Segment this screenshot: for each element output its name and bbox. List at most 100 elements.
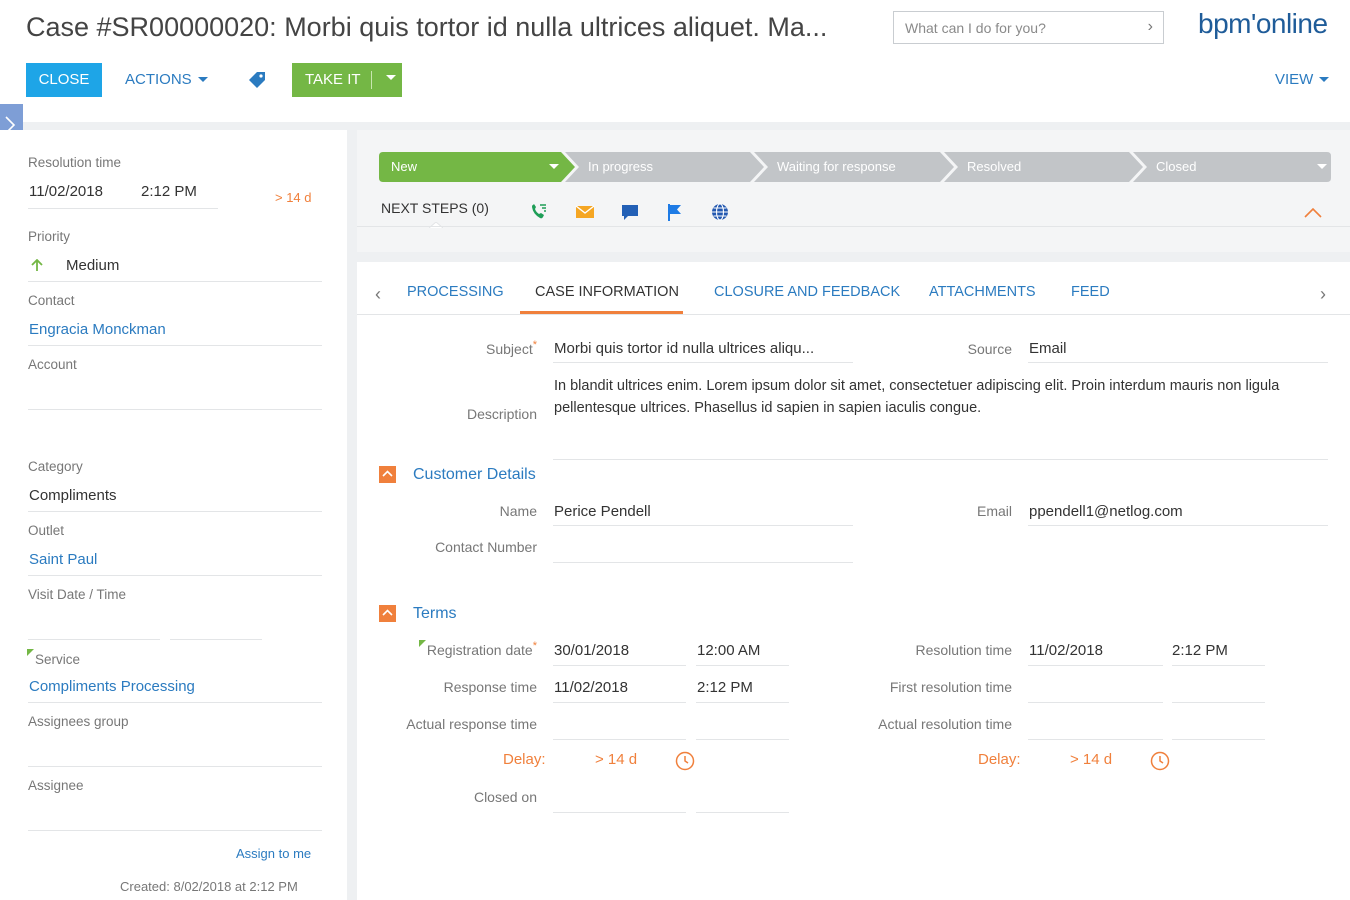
command-search-box[interactable]: ›	[893, 11, 1164, 44]
contact-link[interactable]: Engracia Monckman	[29, 321, 166, 338]
first-resolution-time-field[interactable]	[1172, 702, 1265, 703]
actual-resolution-time-label: Actual resolution time	[878, 716, 1012, 732]
response-delay-value: > 14 d	[595, 751, 638, 768]
chevron-up-icon[interactable]	[1304, 208, 1322, 218]
registration-date-field[interactable]: 30/01/2018	[554, 642, 629, 659]
registration-date-label: Registration date*	[426, 640, 537, 658]
assign-to-me-link[interactable]: Assign to me	[236, 846, 311, 861]
stage-closed[interactable]: Closed	[1144, 152, 1196, 182]
caret-down-icon[interactable]	[1317, 164, 1327, 169]
chevron-right-icon[interactable]: ›	[1320, 284, 1326, 305]
outlet-link[interactable]: Saint Paul	[29, 551, 97, 568]
account-label: Account	[28, 357, 77, 372]
email-field[interactable]: ppendell1@netlog.com	[1029, 503, 1183, 520]
chevron-up-icon	[382, 609, 393, 616]
name-field[interactable]: Perice Pendell	[554, 503, 651, 520]
terms-heading: Terms	[413, 605, 457, 622]
assignees-group-label: Assignees group	[28, 714, 129, 729]
assignee-field[interactable]	[28, 830, 322, 831]
subject-field[interactable]: Morbi quis tortor id nulla ultrices aliq…	[554, 340, 814, 357]
assignee-label: Assignee	[28, 778, 84, 793]
resolution-time-field[interactable]: 2:12 PM	[141, 183, 197, 200]
name-label: Name	[499, 503, 537, 519]
tag-icon[interactable]	[248, 71, 266, 89]
service-link[interactable]: Compliments Processing	[29, 678, 195, 695]
stage-new[interactable]: New	[379, 152, 417, 182]
tab-processing[interactable]: PROCESSING	[407, 284, 504, 300]
outlet-label: Outlet	[28, 523, 65, 538]
view-label: VIEW	[1275, 71, 1314, 88]
caret-down-icon[interactable]	[549, 164, 559, 169]
tab-closure-and-feedback[interactable]: CLOSURE AND FEEDBACK	[714, 284, 900, 300]
closed-on-time-field[interactable]	[696, 812, 789, 813]
created-info: Created: 8/02/2018 at 2:12 PM	[120, 879, 298, 894]
next-steps-label[interactable]: NEXT STEPS (0)	[381, 200, 489, 216]
source-label: Source	[967, 341, 1012, 357]
required-corner-marker	[27, 649, 34, 656]
tab-attachments[interactable]: ATTACHMENTS	[929, 284, 1036, 300]
required-marker: *	[532, 339, 537, 351]
account-field[interactable]	[28, 409, 322, 410]
email-label: Email	[976, 503, 1012, 519]
actual-response-time-label: Actual response time	[406, 716, 537, 732]
tab-feed[interactable]: FEED	[1071, 284, 1110, 300]
contact-number-field[interactable]	[553, 562, 853, 563]
actions-label: ACTIONS	[125, 71, 192, 88]
take-it-button[interactable]: TAKE IT	[292, 63, 402, 97]
page-title: Case #SR00000020: Morbi quis tortor id n…	[26, 12, 828, 42]
resolution-delay-label: Delay:	[978, 751, 1021, 768]
chevron-right-icon[interactable]: ›	[1148, 18, 1153, 36]
resolution-time-field[interactable]: 2:12 PM	[1172, 642, 1228, 659]
response-time-field[interactable]: 2:12 PM	[697, 679, 753, 696]
email-icon[interactable]	[575, 202, 595, 222]
registration-date-label-text: Registration date	[426, 642, 533, 658]
contact-number-label: Contact Number	[435, 539, 537, 555]
resolution-date-field[interactable]: 11/02/2018	[1029, 642, 1103, 659]
page-header: Case #SR00000020: Morbi quis tortor id n…	[0, 0, 1350, 122]
chat-icon[interactable]	[620, 202, 640, 222]
category-value[interactable]: Compliments	[29, 487, 117, 504]
chevron-up-icon	[382, 470, 393, 477]
actions-menu-button[interactable]: ACTIONS	[125, 63, 208, 97]
take-it-label: TAKE IT	[305, 71, 361, 88]
resolution-date-field[interactable]: 11/02/2018	[29, 183, 103, 200]
actual-resolution-date-field[interactable]	[1028, 739, 1163, 740]
stage-waiting-for-response[interactable]: Waiting for response	[765, 152, 896, 182]
stage-in-progress[interactable]: In progress	[576, 152, 653, 182]
pointer-notch	[429, 222, 443, 228]
priority-value[interactable]: Medium	[66, 257, 119, 274]
view-menu-button[interactable]: VIEW	[1275, 63, 1330, 97]
tab-case-information[interactable]: CASE INFORMATION	[535, 284, 679, 300]
description-field[interactable]: In blandit ultrices enim. Lorem ipsum do…	[554, 375, 1324, 419]
flag-icon[interactable]	[665, 202, 685, 222]
take-it-dropdown-icon[interactable]	[386, 75, 396, 80]
actual-response-date-field[interactable]	[553, 739, 686, 740]
visit-date-field[interactable]	[28, 639, 160, 640]
visit-datetime-label: Visit Date / Time	[28, 587, 127, 602]
closed-on-date-field[interactable]	[553, 812, 686, 813]
assignees-group-field[interactable]	[28, 766, 322, 767]
resolution-delay-value: > 14 d	[1070, 751, 1113, 768]
source-field[interactable]: Email	[1029, 340, 1067, 357]
required-marker: *	[532, 640, 537, 652]
response-date-field[interactable]: 11/02/2018	[554, 679, 628, 696]
clock-icon	[675, 751, 695, 771]
tab-bar: ‹ PROCESSING CASE INFORMATION CLOSURE AN…	[357, 262, 1350, 315]
chevron-left-icon[interactable]: ‹	[375, 284, 381, 305]
terms-toggle[interactable]	[379, 605, 396, 622]
actual-response-time-field[interactable]	[696, 739, 789, 740]
customer-details-toggle[interactable]	[379, 466, 396, 483]
close-button[interactable]: CLOSE	[26, 63, 102, 97]
first-resolution-date-field[interactable]	[1028, 702, 1163, 703]
globe-icon[interactable]	[710, 202, 730, 222]
contact-label: Contact	[28, 293, 75, 308]
call-icon[interactable]	[529, 202, 549, 222]
visit-time-field[interactable]	[170, 639, 262, 640]
response-time-label: Response time	[443, 679, 537, 695]
actual-resolution-time-field[interactable]	[1172, 739, 1265, 740]
caret-down-icon	[197, 76, 208, 82]
button-separator	[371, 71, 372, 89]
stage-resolved[interactable]: Resolved	[955, 152, 1021, 182]
registration-time-field[interactable]: 12:00 AM	[697, 642, 760, 659]
command-search-input[interactable]	[894, 12, 1124, 43]
